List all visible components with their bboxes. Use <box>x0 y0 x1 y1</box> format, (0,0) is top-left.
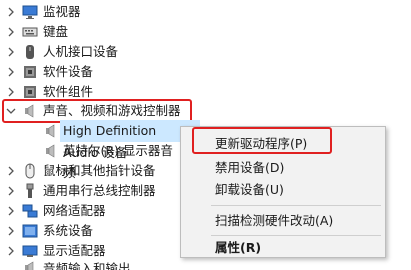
display-adapter-icon <box>22 243 38 259</box>
menu-item-uninstall-device[interactable]: 卸载设备(U) <box>181 179 385 201</box>
tree-item-software-devices[interactable]: 软件设备 <box>0 61 411 83</box>
speaker-icon <box>43 143 59 159</box>
tree-item-keyboards[interactable]: 键盘 <box>0 21 411 43</box>
chevron-right-icon[interactable] <box>4 21 18 43</box>
speaker-icon <box>43 123 59 139</box>
chevron-right-icon[interactable] <box>4 61 18 83</box>
tree-item-label: 系统设备 <box>43 223 94 238</box>
menu-separator <box>211 205 381 206</box>
system-device-icon <box>22 223 38 239</box>
keyboard-icon <box>22 24 38 40</box>
chevron-right-icon[interactable] <box>4 220 18 242</box>
tree-item-label: 音频输入和输出 <box>43 261 131 270</box>
software-component-icon <box>22 84 38 100</box>
tree-item-label: 通用串行总线控制器 <box>43 183 156 198</box>
tree-item-label: 人机接口设备 <box>43 44 119 59</box>
software-device-icon <box>22 64 38 80</box>
tree-item-usb-controllers[interactable]: 通用串行总线控制器 <box>0 180 180 202</box>
tree-item-system-devices[interactable]: 系统设备 <box>0 220 180 242</box>
tree-item-network-adapters[interactable]: 网络适配器 <box>0 200 180 222</box>
monitor-icon <box>22 4 38 20</box>
chevron-right-icon[interactable] <box>4 41 18 63</box>
tree-item-label: 监视器 <box>43 4 81 19</box>
menu-item-disable-device[interactable]: 禁用设备(D) <box>181 157 385 179</box>
tree-item-mice[interactable]: 鼠标和其他指针设备 <box>0 160 180 182</box>
tree-item-label: 键盘 <box>43 24 69 39</box>
chevron-right-icon[interactable] <box>4 200 18 222</box>
chevron-right-icon[interactable] <box>4 1 18 23</box>
menu-separator <box>211 235 381 236</box>
highlight-box-update-driver <box>192 127 332 154</box>
tree-item-label: 软件设备 <box>43 64 94 79</box>
chevron-right-icon[interactable] <box>4 160 18 182</box>
tree-item-label: 鼠标和其他指针设备 <box>43 163 156 178</box>
tree-item-hid[interactable]: 人机接口设备 <box>0 41 411 63</box>
network-icon <box>22 203 38 219</box>
tree-item-monitors[interactable]: 监视器 <box>0 1 411 23</box>
mouse-icon <box>22 163 38 179</box>
tree-item-audio-io[interactable]: 音频输入和输出 <box>0 259 180 270</box>
tree-item-label: 网络适配器 <box>43 203 106 218</box>
menu-item-properties[interactable]: 属性(R) <box>181 237 385 259</box>
usb-icon <box>22 183 38 199</box>
hid-icon <box>22 44 38 60</box>
menu-item-scan-hardware-changes[interactable]: 扫描检测硬件改动(A) <box>181 210 385 232</box>
audio-io-icon <box>22 260 38 270</box>
chevron-right-icon[interactable] <box>4 180 18 202</box>
